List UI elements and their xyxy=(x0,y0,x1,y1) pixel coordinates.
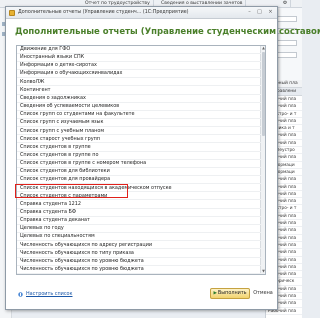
report-list-item[interactable]: Список групп с изучаемым язык xyxy=(17,119,261,128)
window-title: Дополнительные отчеты (Управление студен… xyxy=(18,10,189,15)
report-list-item[interactable]: Справка студента деканат xyxy=(17,217,261,225)
scroll-up-icon[interactable]: ▲ xyxy=(261,46,265,51)
report-list-item[interactable]: Движение для ГФО xyxy=(17,46,261,54)
dialog-footer: Настроить список ▶Выполнить Отмена xyxy=(6,283,277,309)
report-list-item[interactable]: Численность обучающихся по адресу регист… xyxy=(17,242,261,250)
minimize-icon[interactable]: – xyxy=(246,9,253,16)
settings-list-icon xyxy=(18,292,23,297)
report-list-item[interactable]: Справка студента БФ xyxy=(17,209,261,217)
run-button-label: Выполнить xyxy=(217,290,247,296)
report-list-item[interactable]: Справка студента 1212 xyxy=(17,201,261,209)
maximize-icon[interactable]: □ xyxy=(256,9,263,16)
report-list-item[interactable]: Список студентов в группе по xyxy=(17,152,261,160)
play-icon: ▶ xyxy=(213,291,217,296)
reports-list[interactable]: ▲ ▼ Движение для ГФО Иностранный языки СП… xyxy=(16,45,266,275)
report-list-item[interactable]: Список студентов в группе xyxy=(17,144,261,152)
background-tab[interactable]: Ф xyxy=(280,0,291,8)
scroll-thumb[interactable] xyxy=(262,52,265,136)
report-list-item[interactable]: Сведения о задолжниках xyxy=(17,95,261,103)
report-list-item[interactable]: Численность обучающихся по уровню бюджет… xyxy=(17,258,261,266)
cancel-button[interactable]: Отмена xyxy=(252,288,274,299)
report-list-item[interactable]: Список старост учебных групп xyxy=(17,136,261,144)
report-list-item[interactable]: Список студентов в группе с номером теле… xyxy=(17,160,261,168)
scroll-down-icon[interactable]: ▼ xyxy=(261,269,265,274)
report-list-item[interactable]: Информация о обучающихсяинвалидах xyxy=(17,70,261,79)
report-list-item[interactable]: Информация о детях-сиротах xyxy=(17,62,261,71)
close-icon[interactable]: × xyxy=(267,9,274,16)
report-list-item[interactable]: Численность обучающихся по типу приказа xyxy=(17,250,261,258)
report-list-item[interactable]: Список групп со студентами на факультете xyxy=(17,111,261,119)
report-list-item[interactable]: Целевых по специальностям xyxy=(17,233,261,242)
report-list-item[interactable]: Целевых по году xyxy=(17,225,261,234)
additional-reports-dialog: Дополнительные отчеты (Управление студен… xyxy=(5,6,320,310)
report-list-item[interactable]: Список групп с учебным планом xyxy=(17,128,261,136)
app-icon xyxy=(9,10,15,16)
report-list-item[interactable]: КолвоЛЖ xyxy=(17,79,261,87)
configure-list-link[interactable]: Настроить список xyxy=(26,291,72,297)
report-list-item[interactable]: Список студентов для библиотеки xyxy=(17,168,261,177)
report-list-item[interactable]: Сведения об успеваемости целевиков xyxy=(17,103,261,111)
dialog-titlebar[interactable]: Дополнительные отчеты (Управление студен… xyxy=(6,7,277,19)
run-button[interactable]: ▶Выполнить xyxy=(210,288,250,299)
report-list-item[interactable]: Иностранный языки СПК xyxy=(17,54,261,62)
highlight-annotation xyxy=(15,184,128,198)
dialog-heading: Дополнительные отчеты (Управление студен… xyxy=(15,27,320,37)
report-list-item[interactable]: Численность обучающихся по уровню бюджет… xyxy=(17,266,261,274)
report-list-item[interactable]: Контингент xyxy=(17,87,261,95)
